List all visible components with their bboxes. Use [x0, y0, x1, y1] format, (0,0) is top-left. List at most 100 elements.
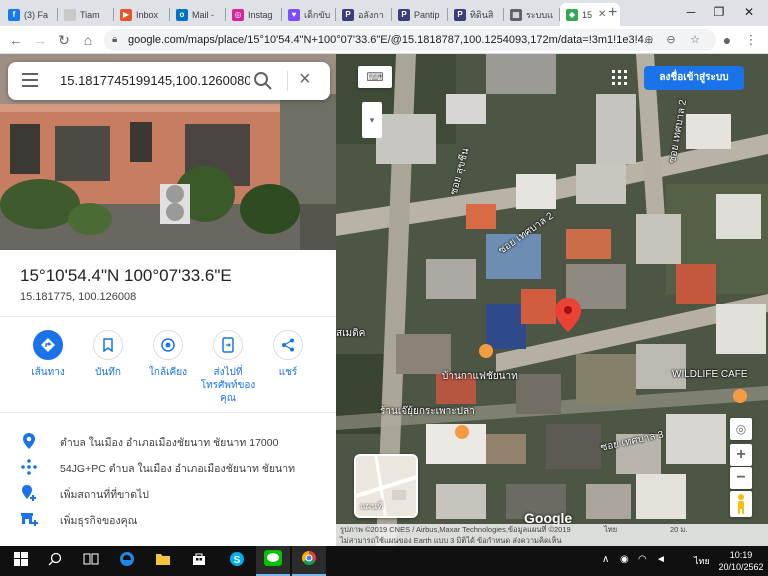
outlook-icon: o [176, 8, 188, 21]
skype-app[interactable]: S [220, 546, 254, 576]
tray-chevron-icon[interactable]: ∧ [602, 554, 609, 565]
map-language[interactable]: ไทย [604, 524, 617, 535]
action-nearby[interactable]: ใกล้เคียง [138, 330, 198, 379]
action-send-to-phone[interactable]: ส่งไปที่โทรศัพท์ของคุณ [198, 330, 258, 405]
nearby-icon[interactable] [153, 330, 183, 360]
browser-tab[interactable]: Tiam [58, 3, 114, 26]
layers-dropdown[interactable]: ▾ [362, 102, 382, 138]
pegman-icon[interactable] [730, 491, 752, 517]
browser-tab[interactable]: ▦ ระบบเเ [504, 3, 560, 26]
pantip-icon: P [454, 8, 466, 21]
google-maps-icon: ◆ [566, 8, 578, 21]
clock[interactable]: 10:19 20/10/2562 [718, 549, 764, 573]
network-icon[interactable]: ◉ [620, 554, 629, 565]
minimize-button[interactable]: ─ [676, 3, 706, 21]
browser-tab[interactable]: ◎ Instag [226, 3, 282, 26]
menu-hamburger-icon[interactable] [22, 73, 38, 89]
wifi-icon[interactable]: ◠ [638, 554, 647, 565]
task-view-button[interactable] [74, 546, 108, 576]
star-icon[interactable]: ☆ [686, 29, 704, 51]
info-row-add-business[interactable]: เพิ่มธุรกิจของคุณ [0, 506, 336, 532]
tab-title: ทิดินสิ [470, 9, 494, 20]
doc-icon: ▦ [510, 8, 522, 21]
volume-icon[interactable]: ◄ [656, 554, 666, 565]
satellite-map[interactable]: ซอย เทศบาล 2 ซอย สุขชีน ซอย เทศบาล 2 สเม… [336, 54, 768, 546]
add-place-icon [20, 484, 38, 502]
info-text: 54JG+PC ตำบล ในเมือง อำเภอเมืองชัยนาท ชั… [60, 463, 296, 475]
tab-title: 15 [582, 9, 593, 20]
input-language[interactable]: ไทย [694, 554, 710, 568]
divider [0, 412, 336, 413]
profile-icon[interactable]: ● [718, 29, 736, 51]
tab-title: ระบบเเ [526, 9, 554, 20]
search-button[interactable] [38, 546, 72, 576]
my-location-button[interactable]: ◎ [730, 418, 752, 440]
close-icon[interactable]: × [299, 68, 311, 91]
browser-tab[interactable]: f (3) Fa [2, 3, 58, 26]
info-row-add-place[interactable]: เพิ่มสถานที่ที่ขาดไป [0, 480, 336, 506]
action-directions[interactable]: เส้นทาง [18, 330, 78, 379]
action-label: ส่งไปที่โทรศัพท์ของคุณ [200, 367, 256, 404]
browser-tab[interactable]: ▶ Inbox [114, 3, 170, 26]
send-to-phone-icon[interactable] [213, 330, 243, 360]
tab-title: Tiam [80, 9, 100, 20]
action-share[interactable]: แชร์ [258, 330, 318, 379]
line-icon [264, 549, 282, 571]
info-text[interactable]: เพิ่มธุรกิจของคุณ [60, 512, 137, 529]
location-icon[interactable]: ⊕ [640, 29, 658, 51]
address-bar[interactable]: 🔒︎ google.com/maps/place/15°10'54.4"N+10… [104, 29, 716, 51]
browser-tab[interactable]: o Mail - [170, 3, 226, 26]
search-box[interactable]: 15.1817745199145,100.1260080 × [8, 62, 330, 100]
attribution-links[interactable]: ไม่สามารถใช้แผนของ Earth แบบ 3 มิติได้ ข… [340, 535, 768, 546]
menu-icon[interactable]: ⋮ [742, 29, 760, 51]
reload-button[interactable]: ↻ [54, 30, 74, 50]
browser-tab[interactable]: ♥ เด็กขับ [282, 3, 336, 26]
info-text: ตำบล ในเมือง อำเภอเมืองชัยนาท ชัยนาท 170… [60, 437, 279, 449]
forward-button[interactable]: → [30, 30, 50, 50]
browser-tab[interactable]: P อลังกา [336, 3, 392, 26]
poi-label-coffee[interactable]: บ้านกาแฟชัยนาท [442, 369, 518, 384]
zoom-icon[interactable]: ⊖ [662, 29, 680, 51]
close-tab-icon[interactable]: ✕ [598, 9, 606, 20]
apps-grid-icon[interactable] [612, 70, 628, 86]
poi-label-wildlife-cafe[interactable]: WILDLIFE CAFE [672, 369, 748, 380]
chrome-app[interactable] [292, 546, 326, 576]
info-text[interactable]: เพิ่มสถานที่ที่ขาดไป [60, 486, 149, 503]
svg-text:S: S [234, 555, 241, 566]
map-type-toggle[interactable]: แผนที่ [354, 454, 418, 518]
location-pin-icon [20, 432, 38, 450]
tab-title: Mail - [192, 9, 214, 20]
search-input[interactable]: 15.1817745199145,100.1260080 [60, 62, 250, 100]
search-divider [287, 71, 288, 91]
keyboard-icon[interactable]: ⌨ [358, 66, 392, 88]
tab-title: Pantip [414, 9, 440, 20]
maximize-button[interactable]: ❐ [704, 3, 734, 21]
tab-title: เด็กขับ [304, 9, 331, 20]
browser-tab[interactable]: P ทิดินสิ [448, 3, 504, 26]
tab-title: Instag [248, 9, 273, 20]
store-app[interactable] [182, 546, 216, 576]
browser-tab[interactable]: P Pantip [392, 3, 448, 26]
poi-label-restaurant[interactable]: ร้านเจ๊ยุ้ยกระเพาะปลา [380, 404, 475, 419]
zoom-in-button[interactable]: + [730, 444, 752, 466]
sign-in-button[interactable]: ลงชื่อเข้าสู่ระบบ [644, 66, 744, 90]
search-icon[interactable] [253, 71, 273, 91]
edge-app[interactable] [110, 546, 144, 576]
line-app[interactable] [256, 546, 290, 576]
home-button[interactable]: ⌂ [78, 30, 98, 50]
bookmark-icon[interactable] [93, 330, 123, 360]
explorer-app[interactable] [146, 546, 180, 576]
task-view-icon [83, 552, 99, 571]
back-button[interactable]: ← [6, 30, 26, 50]
new-tab-button[interactable]: + [608, 4, 617, 22]
start-button[interactable] [4, 546, 38, 576]
share-icon[interactable] [273, 330, 303, 360]
chrome-icon [301, 550, 317, 571]
directions-icon[interactable] [33, 330, 63, 360]
action-bookmark[interactable]: บันทึก [78, 330, 138, 379]
map-scale[interactable]: 20 ม. [670, 524, 687, 535]
store-icon [192, 552, 206, 571]
zoom-out-button[interactable]: − [730, 467, 752, 489]
close-window-button[interactable]: ✕ [734, 3, 764, 21]
action-label: ใกล้เคียง [149, 367, 187, 378]
